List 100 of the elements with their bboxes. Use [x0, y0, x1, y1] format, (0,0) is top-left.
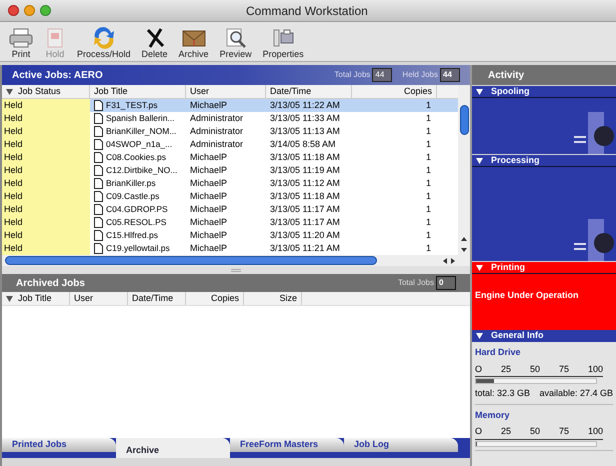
vertical-scrollbar[interactable]: [458, 85, 470, 255]
column-header[interactable]: Job Status: [2, 85, 90, 98]
up-arrow-icon[interactable]: [461, 236, 467, 242]
table-cell-text: 3/13/05 11:19 AM: [269, 164, 341, 177]
column-header[interactable]: Job Title: [90, 85, 186, 98]
archived-jobs-title: Archived Jobs: [16, 276, 86, 290]
table-cell-text: 1: [424, 176, 432, 190]
disclosure-triangle-icon[interactable]: [476, 88, 483, 94]
tab[interactable]: Archive: [116, 438, 230, 458]
table-cell-text: Administrator: [189, 138, 244, 151]
table-cell-text: 3/13/05 11:17 AM: [269, 216, 341, 229]
table-cell-text: MichaelP: [189, 98, 228, 112]
status-cell: Held: [2, 138, 90, 151]
tab[interactable]: FreeForm Masters: [230, 438, 344, 452]
status-cell: Held: [2, 177, 90, 190]
status-cell: Held: [2, 229, 90, 242]
toolbar-button[interactable]: Print: [8, 27, 34, 60]
right-arrow-icon[interactable]: [450, 258, 456, 264]
table-cell-text: MichaelP: [189, 202, 228, 216]
table-cell-text: 1: [424, 112, 432, 125]
column-header[interactable]: Job Title: [2, 292, 70, 305]
table-cell-text: MichaelP: [189, 228, 228, 242]
disclosure-triangle-icon[interactable]: [476, 158, 483, 164]
column-header[interactable]: Copies: [352, 85, 437, 98]
column-header[interactable]: Size: [244, 292, 302, 305]
table-cell-text: 3/13/05 11:20 AM: [269, 228, 341, 242]
table-cell: BrianKiller_NOM...: [106, 125, 176, 138]
toolbar-button[interactable]: Properties: [262, 27, 305, 60]
column-header[interactable]: User: [186, 85, 266, 98]
table-cell-text: 1: [424, 242, 432, 255]
total-jobs-label: Total Jobs: [334, 69, 370, 81]
document-icon: [94, 204, 103, 215]
table-cell-text: 3/13/05 11:22 AM: [269, 98, 341, 112]
tick-label: 75: [558, 425, 569, 438]
meter-title: Memory: [475, 408, 511, 422]
scroll-thumb[interactable]: [5, 256, 377, 265]
horizontal-scrollbar[interactable]: [2, 255, 470, 266]
status-message: Engine Under Operation: [474, 288, 580, 302]
tick-label: 25: [500, 362, 511, 376]
table-cell-text: MichaelP: [189, 164, 228, 177]
down-arrow-icon[interactable]: [461, 247, 467, 253]
column-header[interactable]: Date/Time: [266, 85, 352, 98]
toolbar-button[interactable]: Preview: [218, 27, 253, 60]
job-row[interactable]: Held F31_TEST.ps MichaelP 3/13/05 11:22 AM 1: [2, 99, 458, 112]
toolbar-button[interactable]: Process/Hold: [76, 27, 132, 60]
column-header[interactable]: User: [70, 292, 128, 305]
scroll-thumb[interactable]: [460, 105, 468, 135]
table-cell-text: Administrator: [189, 124, 244, 138]
tab[interactable]: Job Log: [344, 438, 458, 452]
toolbar-button[interactable]: Archive: [178, 27, 210, 60]
zoom-button[interactable]: [40, 5, 51, 16]
table-cell: C05.RESOL.PS: [106, 216, 166, 229]
table-cell-text: 3/13/05 11:17 AM: [269, 202, 341, 216]
table-cell: C09.Castle.ps: [106, 190, 160, 203]
table-cell: C19.yellowtail.ps: [106, 242, 170, 255]
table-cell-text: MichaelP: [189, 150, 228, 164]
status-cell: Held: [2, 190, 90, 203]
activity-title: Activity: [488, 68, 524, 82]
meter-title: Hard Drive: [475, 346, 522, 359]
section-header[interactable]: General Info: [472, 330, 616, 342]
column-header[interactable]: Copies: [186, 292, 244, 305]
toolbar-button[interactable]: Delete: [140, 27, 169, 60]
disclosure-triangle-icon[interactable]: [6, 88, 13, 94]
total-jobs-label: Total Jobs: [398, 277, 434, 289]
document-icon: [94, 165, 103, 176]
column-header[interactable]: Date/Time: [128, 292, 186, 305]
table-cell-text: 1: [424, 190, 432, 203]
held-jobs-count: 44: [440, 68, 460, 82]
section-header[interactable]: Printing: [472, 262, 616, 274]
table-cell-text: 3/13/05 11:18 AM: [269, 190, 341, 203]
disclosure-triangle-icon[interactable]: [476, 264, 483, 270]
tick-label: 100: [588, 425, 603, 438]
table-cell-text: 1: [424, 98, 432, 112]
tab[interactable]: Printed Jobs: [2, 438, 116, 452]
status-cell: Held: [2, 99, 90, 112]
table-cell-text: 1: [424, 202, 432, 216]
table-cell: C15.Hlfred.ps: [106, 229, 158, 242]
total-jobs-count: 44: [372, 68, 392, 82]
table-cell-text: 1: [424, 164, 432, 177]
available-label: available: 27.4 GB: [539, 387, 613, 400]
status-cell: Held: [2, 242, 90, 255]
table-cell-text: MichaelP: [189, 242, 228, 255]
document-icon: [94, 230, 103, 241]
active-jobs-title: Active Jobs: AERO: [12, 68, 104, 82]
disclosure-triangle-icon[interactable]: [476, 333, 483, 339]
tick-label: 75: [558, 362, 569, 376]
splitter-handle[interactable]: [231, 268, 241, 272]
section-header[interactable]: Processing: [472, 155, 616, 167]
disclosure-triangle-icon[interactable]: [6, 296, 13, 302]
document-icon: [94, 126, 103, 137]
minimize-button[interactable]: [24, 5, 35, 16]
close-button[interactable]: [8, 5, 19, 16]
table-cell-text: Administrator: [189, 112, 244, 125]
section-header[interactable]: Spooling: [472, 86, 616, 98]
status-cell: Held: [2, 112, 90, 125]
table-cell: C12.Dirtbike_NO...: [106, 164, 178, 177]
left-arrow-icon[interactable]: [442, 258, 448, 264]
tick-label: 50: [530, 425, 540, 438]
status-cell: Held: [2, 151, 90, 164]
table-cell-text: MichaelP: [189, 216, 228, 229]
